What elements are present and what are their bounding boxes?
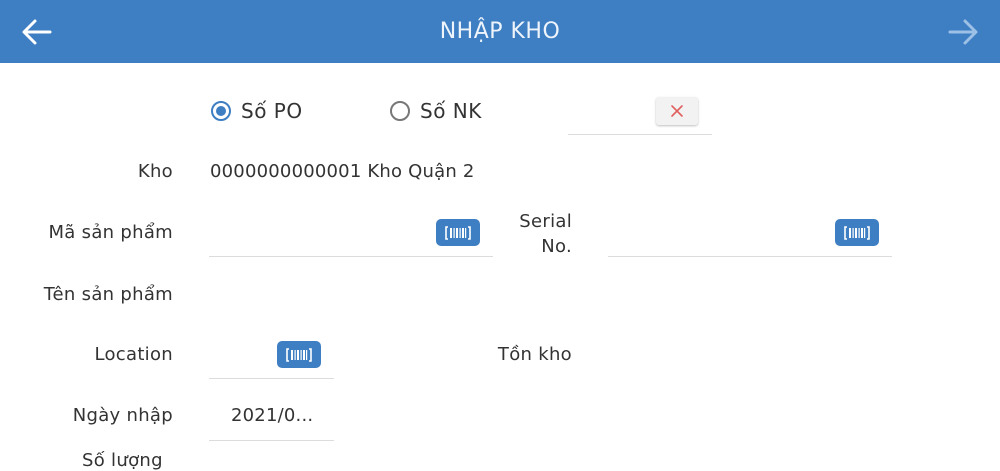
radio-so-nk[interactable]: Số NK [390,99,482,123]
ma-san-pham-input[interactable] [210,218,434,252]
ton-kho-value [608,344,888,368]
po-number-input[interactable] [568,100,652,132]
ten-san-pham-value [210,284,490,308]
close-icon [671,105,683,117]
serial-no-label: Serial No. [519,209,572,259]
ma-san-pham-label: Mã sản phẩm [48,222,173,243]
ngay-nhap-underline [209,440,334,441]
serial-no-label-line2: No. [541,236,572,257]
barcode-icon [445,225,471,240]
serial-no-label-line1: Serial [519,211,572,232]
radio-checked-indicator [211,101,231,121]
ten-san-pham-label: Tên sản phẩm [43,284,173,305]
radio-so-po-label: Số PO [241,99,303,123]
so-luong-label: Số lượng [82,450,163,471]
radio-so-po[interactable]: Số PO [211,99,303,123]
barcode-icon [286,347,312,362]
app-header: NHẬP KHO [0,0,1000,63]
page-title: NHẬP KHO [439,19,561,44]
serial-no-underline [608,256,892,257]
ngay-nhap-value[interactable]: 2021/0... [231,405,313,426]
ma-san-pham-scan-button[interactable] [436,219,480,246]
kho-label: Kho [137,161,173,182]
kho-value[interactable]: 0000000000001 Kho Quận 2 [210,161,475,182]
serial-no-scan-button[interactable] [835,219,879,246]
radio-unchecked-indicator [390,101,410,121]
ton-kho-label: Tồn kho [497,344,572,365]
location-input[interactable] [210,340,274,374]
barcode-icon [844,225,870,240]
location-label: Location [94,344,173,365]
location-scan-button[interactable] [277,341,321,368]
ngay-nhap-label: Ngày nhập [72,405,173,426]
ma-san-pham-underline [209,256,493,257]
serial-no-input[interactable] [608,218,832,252]
radio-so-nk-label: Số NK [420,99,482,123]
clear-button[interactable] [656,97,698,125]
location-underline [209,378,334,379]
po-number-underline [568,134,712,135]
arrow-right-icon [948,19,978,45]
forward-button[interactable] [946,16,980,48]
